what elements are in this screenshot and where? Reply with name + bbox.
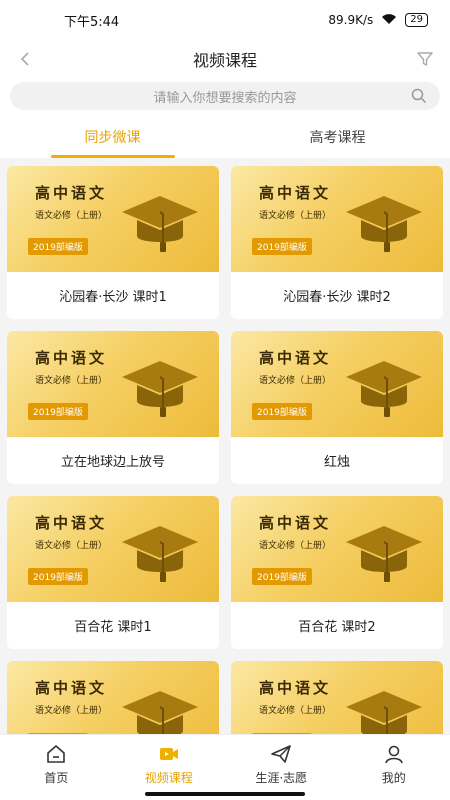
battery-indicator: 29 <box>405 13 428 27</box>
course-volume: 语文必修（上册） <box>35 541 108 551</box>
course-card[interactable]: 高中语文语文必修（上册） 2019部编版红烛 <box>231 331 443 484</box>
graduation-cap-icon <box>346 526 422 582</box>
edition-badge: 2019部编版 <box>28 568 88 585</box>
course-volume: 语文必修（上册） <box>259 211 332 221</box>
course-card[interactable]: 高中语文语文必修（上册） 2019部编版沁园春·长沙 课时2 <box>231 166 443 319</box>
home-icon <box>47 745 66 763</box>
course-name: 沁园春·长沙 课时2 <box>283 290 391 305</box>
nav-item-career[interactable]: 生涯·志愿 <box>225 735 338 800</box>
nav-label: 生涯·志愿 <box>255 771 308 785</box>
tab-label: 高考课程 <box>309 130 366 146</box>
status-indicators: 89.9K/s 29 <box>328 13 428 28</box>
wifi-icon <box>381 13 397 28</box>
course-card[interactable]: 高中语文语文必修（上册） 2019部编版沁园春·长沙 课时1 <box>7 166 219 319</box>
nav-item-mine[interactable]: 我的 <box>338 735 450 800</box>
course-name: 百合花 课时1 <box>74 620 152 635</box>
course-name: 立在地球边上放号 <box>60 455 165 470</box>
network-speed: 89.9K/s <box>328 13 374 27</box>
status-time: 下午5:44 <box>64 14 120 30</box>
course-volume: 语文必修（上册） <box>259 706 332 716</box>
course-volume: 语文必修（上册） <box>259 541 332 551</box>
course-volume: 语文必修（上册） <box>35 211 108 221</box>
course-cover: 高中语文语文必修（上册） 2019部编版 <box>231 331 443 437</box>
course-card[interactable]: 高中语文语文必修（上册） 2019部编版百合花 课时1 <box>7 496 219 649</box>
nav-label: 我的 <box>381 771 406 785</box>
edition-badge: 2019部编版 <box>252 568 312 585</box>
filter-icon[interactable] <box>414 48 436 70</box>
tab-sync-microlessons[interactable]: 同步微课 <box>0 116 225 158</box>
graduation-cap-icon <box>346 196 422 252</box>
course-subject: 高中语文 <box>35 349 108 367</box>
course-cover: 高中语文语文必修（上册） 2019部编版 <box>231 496 443 602</box>
bottom-nav: 首页 视频课程 生涯·志愿 我的 <box>0 734 450 800</box>
search-placeholder: 请输入你想要搜索的内容 <box>153 90 297 106</box>
course-cover: 高中语文语文必修（上册） 2019部编版 <box>7 166 219 272</box>
tab-label: 同步微课 <box>84 130 141 146</box>
paper-plane-icon <box>271 745 292 763</box>
back-icon[interactable] <box>14 48 36 70</box>
course-subject: 高中语文 <box>35 679 108 697</box>
course-name: 红烛 <box>323 455 350 470</box>
nav-label: 视频课程 <box>144 771 193 785</box>
nav-bar: 视频课程 <box>0 40 450 78</box>
course-volume: 语文必修（上册） <box>35 376 108 386</box>
nav-item-home[interactable]: 首页 <box>0 735 113 800</box>
course-cover: 高中语文语文必修（上册） 2019部编版 <box>7 331 219 437</box>
graduation-cap-icon <box>122 196 198 252</box>
course-subject: 高中语文 <box>259 184 332 202</box>
search-icon[interactable] <box>410 87 428 105</box>
nav-item-video-courses[interactable]: 视频课程 <box>113 735 226 800</box>
course-volume: 语文必修（上册） <box>259 376 332 386</box>
search-bar: 请输入你想要搜索的内容 <box>0 78 450 116</box>
home-indicator <box>145 792 305 796</box>
edition-badge: 2019部编版 <box>252 403 312 420</box>
tab-gaokao-courses[interactable]: 高考课程 <box>225 116 450 158</box>
graduation-cap-icon <box>346 361 422 417</box>
page-title: 视频课程 <box>192 51 257 70</box>
graduation-cap-icon <box>122 361 198 417</box>
course-card[interactable]: 高中语文语文必修（上册） 2019部编版立在地球边上放号 <box>7 331 219 484</box>
course-cover: 高中语文语文必修（上册） 2019部编版 <box>7 496 219 602</box>
course-subject: 高中语文 <box>35 514 108 532</box>
user-icon <box>384 745 403 764</box>
edition-badge: 2019部编版 <box>252 238 312 255</box>
course-subject: 高中语文 <box>259 679 332 697</box>
course-grid: 高中语文 语文必修（上册） 2019部编版 沁园春·长沙 课时1 高中语文 语文必修（上册… <box>0 158 450 800</box>
video-icon <box>159 748 178 760</box>
course-volume: 语文必修（上册） <box>35 706 108 716</box>
course-cover: 高中语文语文必修（上册） 2019部编版 <box>231 166 443 272</box>
course-tabs: 同步微课 高考课程 <box>0 116 450 158</box>
edition-badge: 2019部编版 <box>28 238 88 255</box>
nav-label: 首页 <box>44 771 69 785</box>
course-subject: 高中语文 <box>259 514 332 532</box>
edition-badge: 2019部编版 <box>28 403 88 420</box>
status-bar: 下午5:44 89.9K/s 29 <box>0 0 450 40</box>
course-card[interactable]: 高中语文语文必修（上册） 2019部编版百合花 课时2 <box>231 496 443 649</box>
search-input[interactable]: 请输入你想要搜索的内容 <box>10 82 440 110</box>
course-name: 百合花 课时2 <box>298 620 376 635</box>
course-subject: 高中语文 <box>259 349 332 367</box>
course-subject: 高中语文 <box>35 184 108 202</box>
graduation-cap-icon <box>122 526 198 582</box>
course-name: 沁园春·长沙 课时1 <box>59 290 167 305</box>
